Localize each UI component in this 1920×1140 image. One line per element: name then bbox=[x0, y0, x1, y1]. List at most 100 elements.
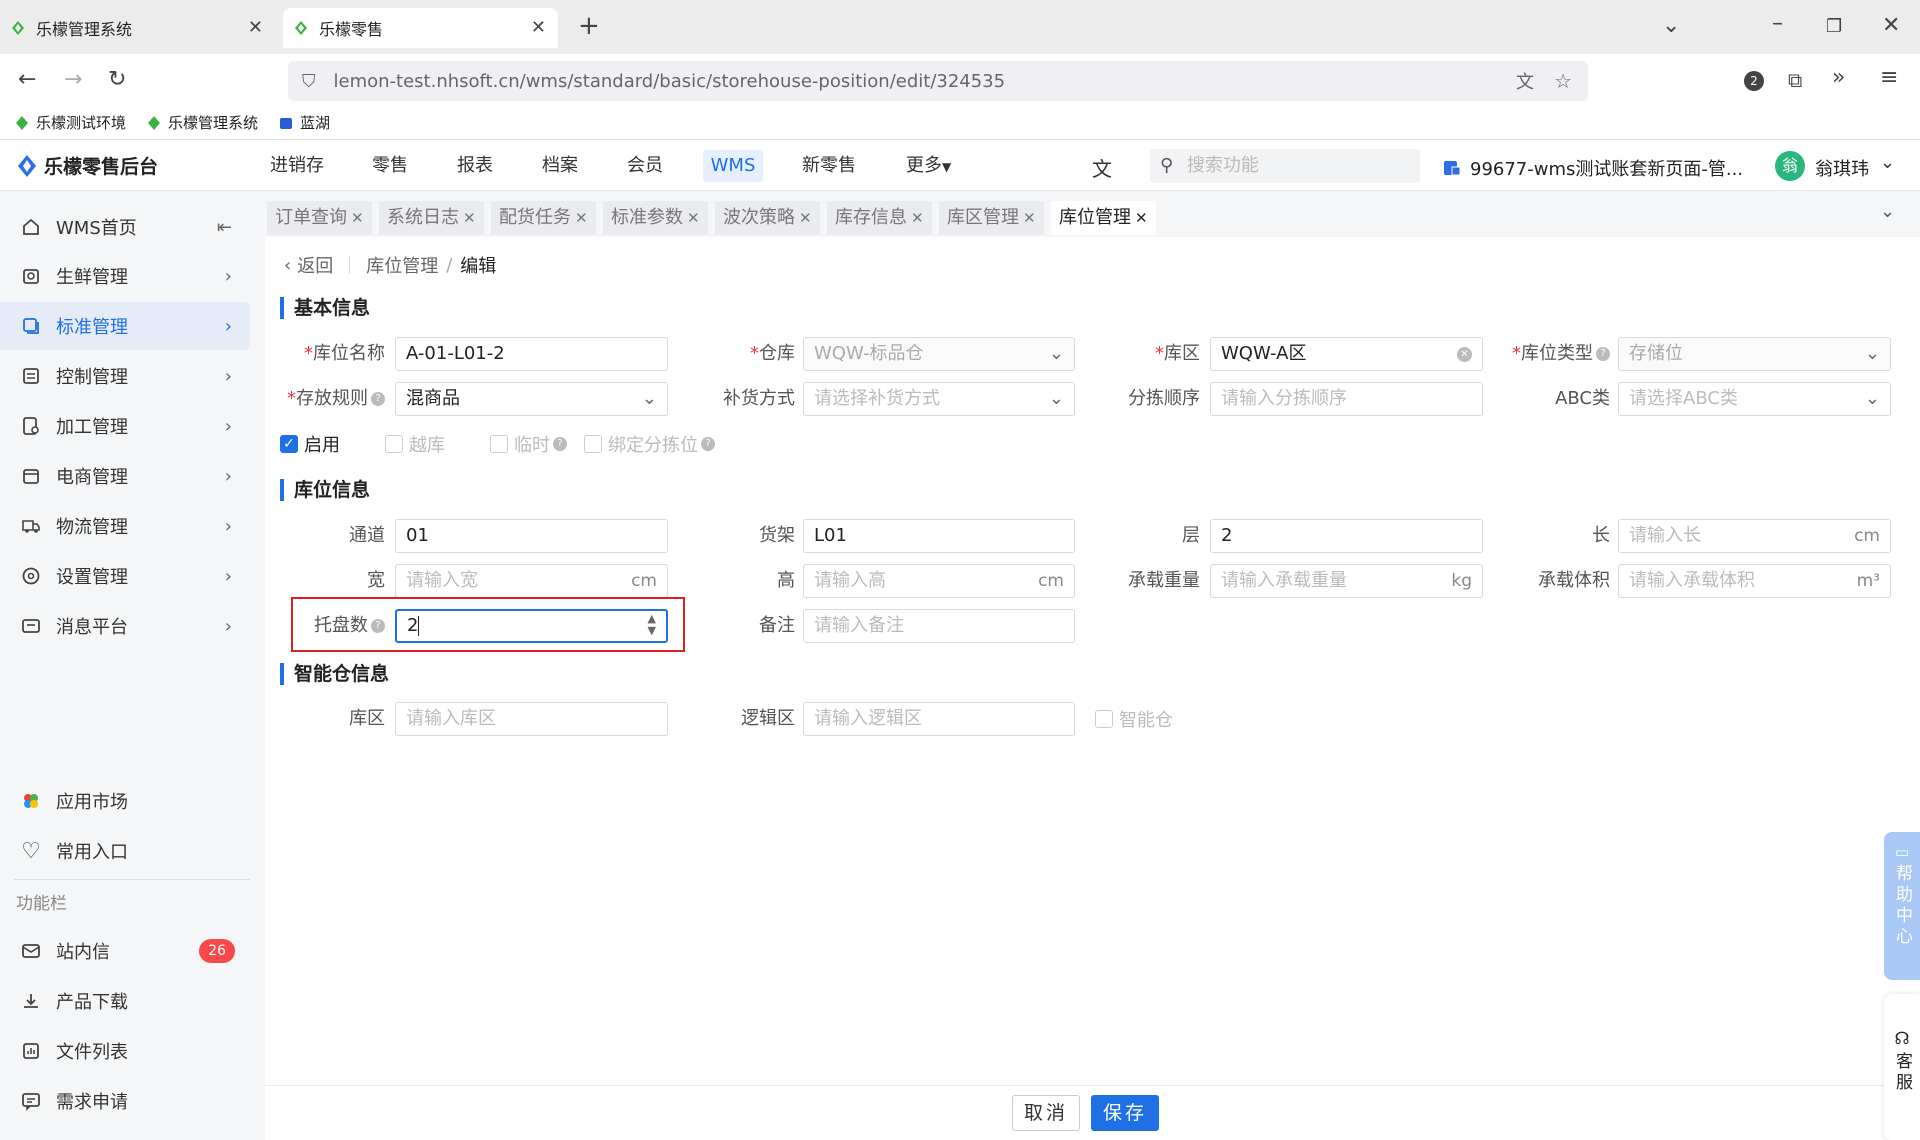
app-logo[interactable]: 乐檬零售后台 bbox=[16, 152, 158, 179]
close-icon[interactable]: ✕ bbox=[531, 17, 546, 38]
user-name[interactable]: 翁琪玮 bbox=[1815, 155, 1869, 181]
close-icon[interactable]: ✕ bbox=[248, 17, 263, 38]
translate-icon[interactable]: 文 bbox=[1516, 68, 1534, 94]
sidebar-item-control[interactable]: 控制管理 › bbox=[0, 352, 250, 400]
tabs-dropdown-icon[interactable]: ⌄ bbox=[1880, 201, 1895, 222]
sidebar-item-standard[interactable]: 标准管理 › bbox=[0, 302, 250, 350]
chevron-down-icon[interactable]: ⌄ bbox=[1880, 152, 1895, 173]
nav-retail[interactable]: 零售 bbox=[366, 150, 414, 182]
sort-order-input[interactable]: 请输入分拣顺序 bbox=[1210, 382, 1483, 416]
close-icon[interactable]: ✕ bbox=[911, 209, 924, 227]
sidebar-item-files[interactable]: 文件列表 bbox=[0, 1027, 250, 1075]
clear-icon[interactable]: ✕ bbox=[1457, 347, 1472, 362]
cancel-button[interactable]: 取消 bbox=[1012, 1095, 1080, 1131]
cross-dock-checkbox[interactable]: 越库 bbox=[385, 431, 445, 457]
bind-sort-position-checkbox[interactable]: 绑定分拣位? bbox=[584, 431, 715, 457]
tab-stock-info[interactable]: 库存信息 ✕ bbox=[827, 201, 932, 235]
new-tab-icon[interactable]: + bbox=[578, 13, 600, 39]
tab-position-manage[interactable]: 库位管理 ✕ bbox=[1051, 201, 1156, 235]
help-icon[interactable]: ? bbox=[701, 437, 715, 451]
overflow-icon[interactable]: » bbox=[1832, 66, 1845, 90]
menu-icon[interactable]: ≡ bbox=[1880, 66, 1898, 90]
position-name-input[interactable]: A-01-L01-2 bbox=[395, 337, 668, 371]
length-input[interactable]: 请输入长 cm bbox=[1618, 519, 1891, 553]
sidebar-item-download[interactable]: 产品下载 bbox=[0, 977, 250, 1025]
warehouse-select[interactable]: WQW-标品仓 ⌄ bbox=[803, 337, 1075, 371]
layer-input[interactable]: 2 bbox=[1210, 519, 1483, 553]
sidebar-item-process[interactable]: 加工管理 › bbox=[0, 402, 250, 450]
minimize-icon[interactable]: – bbox=[1772, 12, 1783, 36]
bookmark-item[interactable]: 乐檬管理系统 bbox=[146, 112, 258, 133]
nav-new-retail[interactable]: 新零售 bbox=[796, 150, 862, 182]
nav-member[interactable]: 会员 bbox=[621, 150, 669, 182]
abc-class-select[interactable]: 请选择ABC类 ⌄ bbox=[1618, 382, 1891, 416]
shelf-input[interactable]: L01 bbox=[803, 519, 1075, 553]
forward-icon[interactable]: → bbox=[64, 68, 82, 92]
stepper-icon[interactable]: ▲ ▼ bbox=[648, 613, 656, 637]
sidebar-item-home[interactable]: WMS首页 ⇤ bbox=[0, 203, 250, 251]
close-icon[interactable]: ✕ bbox=[1023, 209, 1036, 227]
close-icon[interactable]: ✕ bbox=[463, 209, 476, 227]
sidebar-item-settings[interactable]: 设置管理 › bbox=[0, 552, 250, 600]
enabled-checkbox[interactable]: ✓ 启用 bbox=[280, 431, 340, 457]
url-text[interactable]: lemon-test.nhsoft.cn/wms/standard/basic/… bbox=[334, 71, 1006, 92]
close-icon[interactable]: ✕ bbox=[351, 209, 364, 227]
help-icon[interactable]: ? bbox=[371, 392, 385, 406]
reload-icon[interactable]: ↻ bbox=[108, 68, 126, 92]
width-input[interactable]: 请输入宽 cm bbox=[395, 564, 668, 598]
tab-order-query[interactable]: 订单查询 ✕ bbox=[267, 201, 372, 235]
save-button[interactable]: 保存 bbox=[1091, 1095, 1159, 1131]
tab-dispatch-task[interactable]: 配货任务 ✕ bbox=[491, 201, 596, 235]
help-center-float[interactable]: ▭ 帮助中心 bbox=[1884, 832, 1920, 980]
sidebar-item-message[interactable]: 消息平台 › bbox=[0, 602, 250, 650]
tab-zone-manage[interactable]: 库区管理 ✕ bbox=[939, 201, 1044, 235]
browser-tab[interactable]: 乐檬管理系统 ✕ bbox=[0, 8, 275, 48]
sidebar-item-app-market[interactable]: 应用市场 bbox=[0, 777, 250, 825]
smart-warehouse-checkbox[interactable]: 智能仓 bbox=[1095, 706, 1173, 732]
breadcrumb-parent[interactable]: 库位管理 bbox=[366, 252, 438, 278]
nav-archive[interactable]: 档案 bbox=[536, 150, 584, 182]
sidebar-item-request[interactable]: 需求申请 bbox=[0, 1077, 250, 1125]
account-switcher[interactable]: 99677-wms测试账套新页面-管... bbox=[1442, 155, 1743, 181]
bookmark-item[interactable]: 蓝湖 bbox=[278, 112, 330, 133]
extensions-icon[interactable]: ⧉ bbox=[1788, 68, 1802, 92]
load-volume-input[interactable]: 请输入承载体积 m³ bbox=[1618, 564, 1891, 598]
sidebar-item-ecommerce[interactable]: 电商管理 › bbox=[0, 452, 250, 500]
collapse-sidebar-icon[interactable]: ⇤ bbox=[217, 217, 232, 238]
tab-system-log[interactable]: 系统日志 ✕ bbox=[379, 201, 484, 235]
customer-service-float[interactable]: ☊ 客服 bbox=[1884, 994, 1920, 1140]
temporary-checkbox[interactable]: 临时? bbox=[490, 431, 567, 457]
logic-zone-input[interactable]: 请输入逻辑区 bbox=[803, 702, 1075, 736]
nav-more[interactable]: 更多▼ bbox=[900, 150, 957, 182]
avatar[interactable]: 翁 bbox=[1775, 151, 1805, 181]
help-icon[interactable]: ? bbox=[553, 437, 567, 451]
sidebar-item-inbox[interactable]: 站内信 26 bbox=[0, 927, 250, 975]
address-bar[interactable]: ⛉ lemon-test.nhsoft.cn/wms/standard/basi… bbox=[288, 61, 1588, 101]
close-icon[interactable]: ✕ bbox=[799, 209, 812, 227]
height-input[interactable]: 请输入高 cm bbox=[803, 564, 1075, 598]
close-icon[interactable]: ✕ bbox=[575, 209, 588, 227]
nav-jxc[interactable]: 进销存 bbox=[264, 150, 330, 182]
zone-select[interactable]: WQW-A区 ✕ bbox=[1210, 337, 1483, 371]
close-icon[interactable]: ✕ bbox=[687, 209, 700, 227]
close-icon[interactable]: ✕ bbox=[1135, 209, 1148, 227]
storage-rule-select[interactable]: 混商品 ⌄ bbox=[395, 382, 668, 416]
nav-report[interactable]: 报表 bbox=[451, 150, 499, 182]
sidebar-item-favorites[interactable]: ♡ 常用入口 bbox=[0, 827, 250, 875]
search-box[interactable]: ⚲ 搜索功能 bbox=[1150, 149, 1420, 183]
smart-zone-input[interactable]: 请输入库区 bbox=[395, 702, 668, 736]
back-icon[interactable]: ← bbox=[18, 68, 36, 92]
position-type-select[interactable]: 存储位 ⌄ bbox=[1618, 337, 1891, 371]
star-icon[interactable]: ☆ bbox=[1554, 69, 1572, 93]
tab-standard-params[interactable]: 标准参数 ✕ bbox=[603, 201, 708, 235]
browser-tab-active[interactable]: 乐檬零售 ✕ bbox=[283, 8, 558, 48]
translate-icon[interactable]: 文 bbox=[1092, 153, 1112, 182]
tab-wave-strategy[interactable]: 波次策略 ✕ bbox=[715, 201, 820, 235]
aisle-input[interactable]: 01 bbox=[395, 519, 668, 553]
restore-icon[interactable]: ❐ bbox=[1826, 15, 1842, 39]
window-close-icon[interactable]: ✕ bbox=[1882, 14, 1900, 38]
load-weight-input[interactable]: 请输入承载重量 kg bbox=[1210, 564, 1483, 598]
sidebar-item-fresh[interactable]: 生鲜管理 › bbox=[0, 252, 250, 300]
help-icon[interactable]: ? bbox=[371, 619, 385, 633]
nav-wms[interactable]: WMS bbox=[703, 150, 763, 182]
